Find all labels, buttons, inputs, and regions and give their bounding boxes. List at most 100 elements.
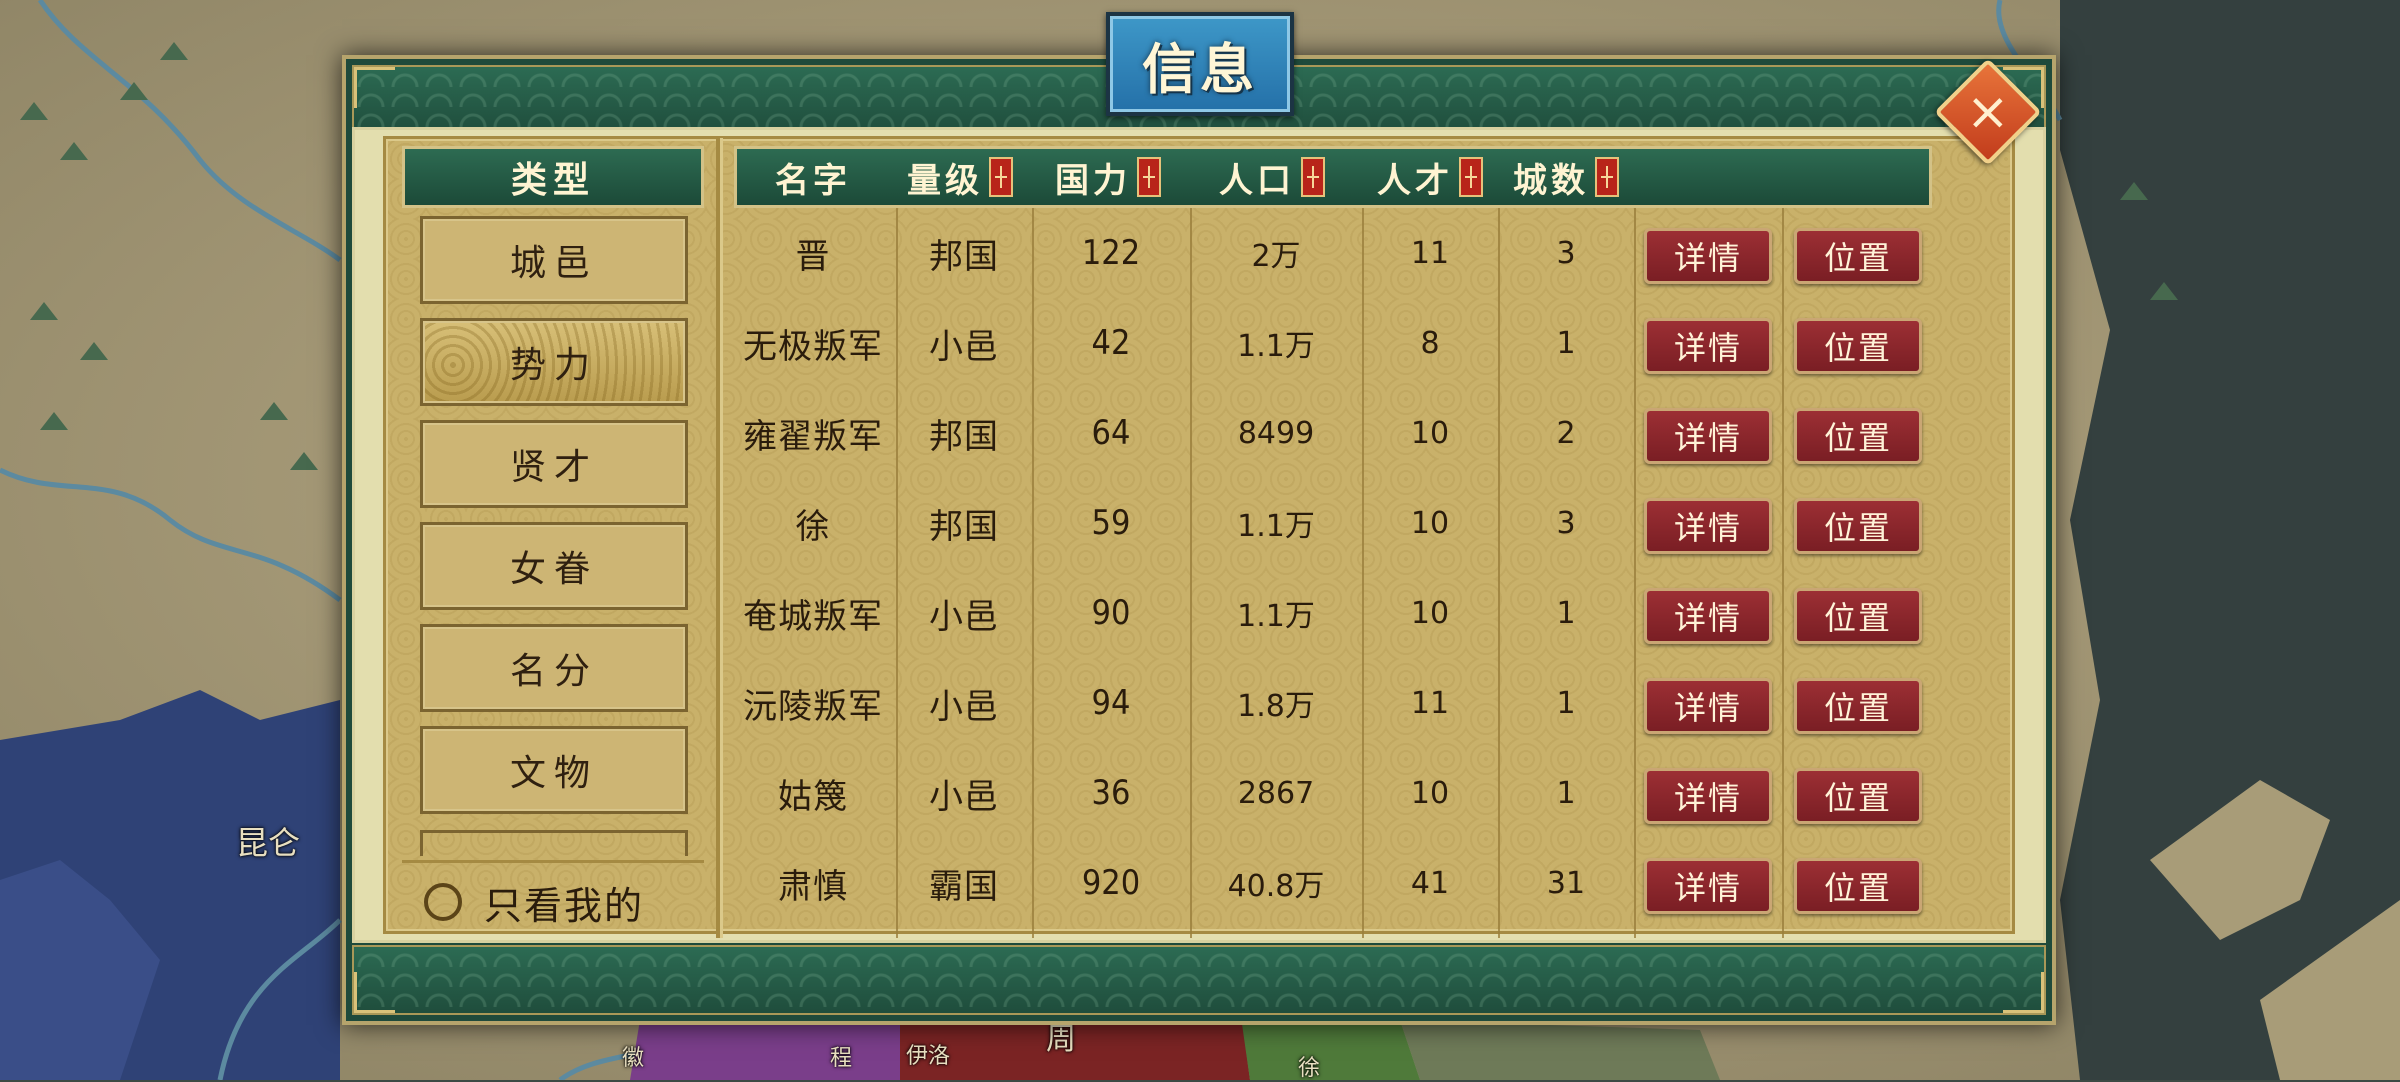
location-button[interactable]: 位置 (1794, 408, 1922, 464)
cell-talent: 10 (1410, 415, 1450, 451)
corner-ornament (354, 67, 395, 108)
cell-power: 90 (1091, 593, 1131, 633)
cell-level: 小邑 (929, 776, 999, 817)
cell-level: 邦国 (929, 236, 999, 277)
sort-icon[interactable] (1595, 157, 1619, 197)
cell-level: 邦国 (929, 506, 999, 547)
sort-icon[interactable] (989, 157, 1013, 197)
location-button[interactable]: 位置 (1794, 588, 1922, 644)
cell-talent: 10 (1410, 595, 1450, 631)
table-row: 姑篾 小邑 36 2867 10 1 详情 位置 (730, 748, 1930, 838)
cell-power: 59 (1091, 503, 1131, 543)
cell-power: 94 (1091, 683, 1131, 723)
detail-button[interactable]: 详情 (1644, 588, 1772, 644)
cell-level: 邦国 (929, 416, 999, 457)
only-mine-toggle[interactable]: 只看我的 (402, 860, 704, 941)
location-button[interactable]: 位置 (1794, 858, 1922, 914)
cell-level: 小邑 (929, 686, 999, 727)
cell-population: 8499 (1237, 415, 1315, 451)
cell-cities: 2 (1556, 415, 1576, 451)
header-cities: 城数 (1513, 149, 1619, 205)
cell-talent: 11 (1410, 685, 1450, 721)
cell-population: 1.1万 (1237, 599, 1315, 634)
sidebar-divider (716, 138, 720, 938)
header-level: 量级 (907, 149, 1013, 205)
category-button-factions[interactable]: 势力 (420, 318, 688, 406)
sort-icon[interactable] (1301, 157, 1325, 197)
cell-cities: 3 (1556, 505, 1576, 541)
detail-button[interactable]: 详情 (1644, 408, 1772, 464)
map-label-kunlun: 昆仑 (236, 824, 301, 862)
faction-table: 晋 邦国 122 2万 11 3 详情 位置 无极叛军 小邑 42 1.1万 8… (730, 208, 1930, 938)
location-button[interactable]: 位置 (1794, 228, 1922, 284)
category-header: 类型 (402, 146, 704, 208)
detail-button[interactable]: 详情 (1644, 498, 1772, 554)
category-button-talents[interactable]: 贤才 (420, 420, 688, 508)
corner-ornament (354, 972, 395, 1013)
cell-cities: 1 (1556, 325, 1576, 361)
map-label: 徐 (1298, 1056, 1321, 1081)
category-button-cities[interactable]: 城邑 (420, 216, 688, 304)
cell-cities: 3 (1556, 235, 1576, 271)
cell-population: 2867 (1237, 775, 1315, 811)
close-x-icon: × (1966, 81, 2010, 142)
cell-name: 雍翟叛军 (743, 416, 883, 457)
cell-name: 奄城叛军 (743, 596, 883, 637)
cell-name: 徐 (795, 506, 831, 547)
table-row: 晋 邦国 122 2万 11 3 详情 位置 (730, 208, 1930, 298)
cell-level: 小邑 (929, 596, 999, 637)
map-label: 程 (830, 1046, 853, 1071)
detail-button[interactable]: 详情 (1644, 228, 1772, 284)
table-header: 名字 量级 国力 人口 人才 城数 (734, 146, 1932, 208)
table-row: 奄城叛军 小邑 90 1.1万 10 1 详情 位置 (730, 568, 1930, 658)
corner-ornament (2003, 972, 2044, 1013)
cell-talent: 8 (1420, 325, 1440, 361)
location-button[interactable]: 位置 (1794, 768, 1922, 824)
sort-icon[interactable] (1137, 157, 1161, 197)
cell-talent: 41 (1410, 865, 1450, 901)
table-row: 雍翟叛军 邦国 64 8499 10 2 详情 位置 (730, 388, 1930, 478)
map-label: 徽 (622, 1046, 645, 1071)
header-population: 人口 (1219, 149, 1325, 205)
map-label: 伊洛 (906, 1044, 951, 1069)
location-button[interactable]: 位置 (1794, 318, 1922, 374)
cell-name: 无极叛军 (743, 326, 883, 367)
header-name: 名字 (775, 160, 851, 201)
cell-level: 小邑 (929, 326, 999, 367)
cell-name: 姑篾 (778, 776, 848, 817)
category-button-partial[interactable] (420, 830, 688, 856)
table-row: 徐 邦国 59 1.1万 10 3 详情 位置 (730, 478, 1930, 568)
header-talent: 人才 (1377, 149, 1483, 205)
cell-cities: 31 (1546, 865, 1586, 901)
cell-talent: 11 (1410, 235, 1450, 271)
location-button[interactable]: 位置 (1794, 678, 1922, 734)
detail-button[interactable]: 详情 (1644, 678, 1772, 734)
detail-button[interactable]: 详情 (1644, 858, 1772, 914)
only-mine-label: 只看我的 (484, 883, 645, 928)
category-button-titles[interactable]: 名分 (420, 624, 688, 712)
only-mine-radio[interactable] (424, 883, 462, 921)
sort-icon[interactable] (1459, 157, 1483, 197)
cell-population: 1.1万 (1237, 509, 1315, 544)
cell-cities: 1 (1556, 685, 1576, 721)
cell-population: 40.8万 (1227, 869, 1325, 904)
cell-power: 42 (1091, 323, 1131, 363)
cell-talent: 10 (1410, 505, 1450, 541)
cell-level: 霸国 (929, 866, 999, 907)
dialog-title: 信息 (1142, 36, 1258, 101)
cell-cities: 1 (1556, 595, 1576, 631)
cell-population: 1.8万 (1237, 689, 1315, 724)
cell-name: 沅陵叛军 (743, 686, 883, 727)
table-row: 无极叛军 小邑 42 1.1万 8 1 详情 位置 (730, 298, 1930, 388)
cell-power: 122 (1081, 233, 1141, 273)
category-button-women[interactable]: 女眷 (420, 522, 688, 610)
location-button[interactable]: 位置 (1794, 498, 1922, 554)
cell-name: 肃慎 (778, 866, 848, 907)
header-power: 国力 (1055, 149, 1161, 205)
category-button-relics[interactable]: 文物 (420, 726, 688, 814)
detail-button[interactable]: 详情 (1644, 768, 1772, 824)
cell-power: 36 (1091, 773, 1131, 813)
cell-power: 920 (1081, 863, 1141, 903)
detail-button[interactable]: 详情 (1644, 318, 1772, 374)
table-row: 肃慎 霸国 920 40.8万 41 31 详情 位置 (730, 838, 1930, 928)
